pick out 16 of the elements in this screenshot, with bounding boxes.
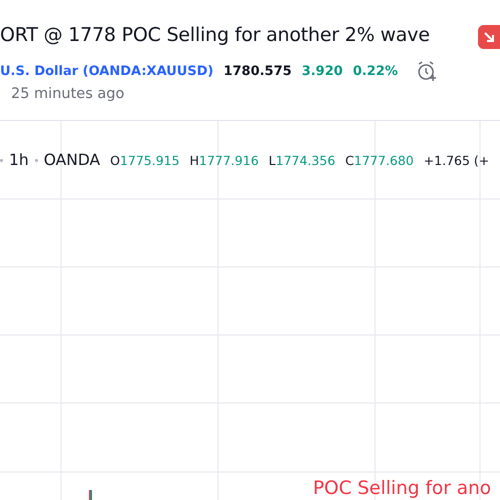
idea-title: ORT @ 1778 POC Selling for another 2% wave <box>0 24 430 46</box>
change-text: 3.920 <box>302 64 343 78</box>
candle-icon <box>89 490 92 500</box>
price-text: 1780.575 <box>223 64 292 78</box>
change-percent-text: 0.22% <box>352 64 398 78</box>
add-alarm-icon[interactable] <box>416 60 438 82</box>
ohlc-value: O1775.915 <box>110 153 180 168</box>
ohlc-value: L1774.356 <box>268 153 336 168</box>
chart-annotation: POC Selling for ano <box>313 479 492 499</box>
ohlc-value: C1777.680 <box>345 153 414 168</box>
exchange-label: OANDA <box>44 151 100 169</box>
interval-label[interactable]: 1h <box>9 151 29 169</box>
published-time: 25 minutes ago <box>11 86 124 102</box>
symbol-link[interactable]: U.S. Dollar (OANDA:XAUUSD) <box>0 64 214 78</box>
ohlc-value: H1777.916 <box>190 153 259 168</box>
delta-value: +1.765 (+ <box>424 153 490 168</box>
